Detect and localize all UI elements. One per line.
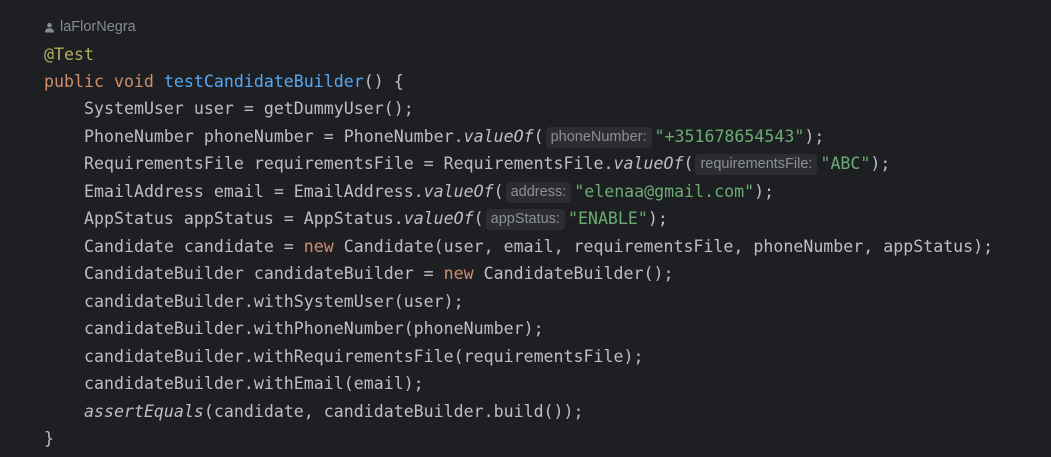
code-token: candidateBuilder.withSystemUser(user); (84, 292, 464, 311)
code-token: () { (363, 72, 404, 91)
string-token: "ABC" (820, 154, 871, 173)
static-method-token: valueOf (613, 154, 684, 173)
code-token: ); (754, 182, 775, 201)
code-token: ( (493, 182, 504, 201)
code-token: ( (533, 127, 544, 146)
code-token: CandidateBuilder(); (473, 264, 674, 283)
annotation-token: @Test (44, 45, 94, 64)
parameter-hint: address: (505, 182, 572, 203)
person-icon (45, 22, 54, 32)
static-method-token: valueOf (463, 127, 534, 146)
code-token: Candidate candidate = (84, 237, 304, 256)
static-method-token: valueOf (423, 182, 494, 201)
method-name-token: testCandidateBuilder (163, 72, 364, 91)
code-line-close-brace: } (44, 425, 54, 452)
string-token: "ENABLE" (567, 209, 648, 228)
code-token: CandidateBuilder candidateBuilder = (84, 264, 444, 283)
code-token: ); (870, 154, 891, 173)
code-token: SystemUser user = getDummyUser(); (84, 99, 414, 118)
code-line: AppStatus appStatus = AppStatus.valueOf(… (44, 205, 668, 232)
code-token: EmailAddress email = EmailAddress. (84, 182, 424, 201)
code-line: PhoneNumber phoneNumber = PhoneNumber.va… (44, 123, 824, 150)
keyword-token: public (44, 72, 104, 91)
code-line: RequirementsFile requirementsFile = Requ… (44, 150, 890, 177)
code-token: candidateBuilder.withPhoneNumber(phoneNu… (84, 319, 544, 338)
keyword-token: new (303, 237, 334, 256)
code-line: assertEquals(candidate, candidateBuilder… (44, 398, 584, 425)
parameter-hint: requirementsFile: (695, 154, 818, 175)
code-line: Candidate candidate = new Candidate(user… (44, 233, 993, 260)
author-name: laFlorNegra (60, 19, 136, 35)
parameter-hint: phoneNumber: (545, 127, 652, 148)
code-line-method-signature: public void testCandidateBuilder() { (44, 68, 404, 95)
code-token: candidateBuilder.withEmail(email); (84, 374, 424, 393)
code-line: SystemUser user = getDummyUser(); (44, 95, 414, 122)
keyword-token: void (113, 72, 154, 91)
string-token: "+351678654543" (654, 127, 805, 146)
static-method-token: valueOf (403, 209, 474, 228)
code-author-hint[interactable]: laFlorNegra (44, 16, 136, 38)
string-token: "elenaa@gmail.com" (574, 182, 755, 201)
code-token: PhoneNumber phoneNumber = PhoneNumber. (84, 127, 464, 146)
code-token: RequirementsFile requirementsFile = Requ… (84, 154, 614, 173)
code-line: EmailAddress email = EmailAddress.valueO… (44, 178, 774, 205)
code-line: candidateBuilder.withSystemUser(user); (44, 288, 464, 315)
code-token: Candidate(user, email, requirementsFile,… (333, 237, 994, 256)
code-token: AppStatus appStatus = AppStatus. (84, 209, 404, 228)
code-line: candidateBuilder.withEmail(email); (44, 370, 424, 397)
code-token: (candidate, candidateBuilder.build()); (203, 402, 584, 421)
code-token: ); (804, 127, 825, 146)
code-token: candidateBuilder.withRequirementsFile(re… (84, 347, 644, 366)
code-line-annotation: @Test (44, 41, 94, 68)
code-token: ); (647, 209, 668, 228)
code-token: ( (683, 154, 694, 173)
parameter-hint: appStatus: (485, 209, 565, 230)
code-token: } (44, 429, 54, 448)
code-line: candidateBuilder.withRequirementsFile(re… (44, 343, 643, 370)
code-line: CandidateBuilder candidateBuilder = new … (44, 260, 673, 287)
code-editor[interactable]: laFlorNegra @Test public void testCandid… (0, 0, 1051, 457)
keyword-token: new (443, 264, 474, 283)
static-method-token: assertEquals (84, 402, 204, 421)
code-line: candidateBuilder.withPhoneNumber(phoneNu… (44, 315, 544, 342)
code-token: ( (473, 209, 484, 228)
